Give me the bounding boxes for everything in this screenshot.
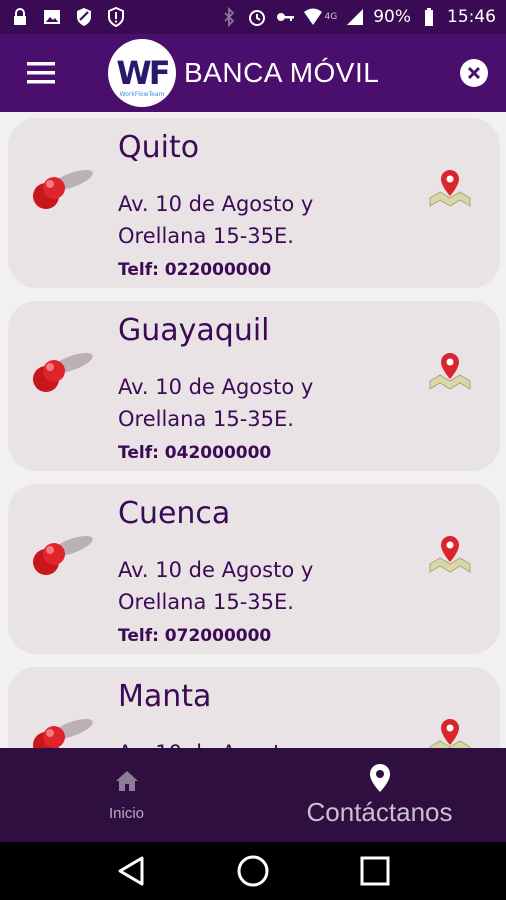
branch-address: Av. 10 de Agosto y Orellana 15-35E. [118, 192, 314, 248]
branch-city: Cuenca [118, 496, 231, 531]
branch-city: Manta [118, 679, 212, 714]
info-shield-icon [106, 7, 126, 27]
logo-subtext: WorkFlowTeam [119, 91, 165, 98]
branch-phone[interactable]: Telf: 072000000 [118, 626, 271, 646]
tab-inicio-label: Inicio [108, 804, 145, 822]
close-icon [467, 66, 481, 80]
branch-city: Guayaquil [118, 313, 270, 348]
close-button[interactable] [460, 59, 488, 87]
shield-icon [74, 7, 94, 27]
pushpin-icon [33, 536, 93, 575]
network-type: 4G [324, 12, 338, 22]
location-pin-icon [369, 763, 390, 792]
branch-address: Av. 10 de Agosto y [118, 737, 408, 748]
home-circle-icon [237, 855, 269, 887]
battery-percent: 90% [373, 7, 411, 27]
image-icon [42, 7, 62, 27]
branch-card: Guayaquil Av. 10 de Agosto y Orellana 15… [8, 301, 500, 471]
map-location-icon[interactable] [428, 534, 472, 578]
branch-phone[interactable]: Telf: 022000000 [118, 260, 271, 280]
branch-card: Manta Av. 10 de Agosto y [8, 667, 500, 748]
map-location-icon[interactable] [428, 717, 472, 748]
recents-square-icon [360, 856, 390, 886]
branch-card: Quito Av. 10 de Agosto y Orellana 15-35E… [8, 118, 500, 288]
pushpin-icon [33, 719, 93, 748]
home-icon [115, 770, 138, 791]
lock-icon [10, 7, 30, 27]
map-location-icon[interactable] [428, 351, 472, 395]
hamburger-icon [27, 62, 55, 84]
branch-city: Quito [118, 130, 200, 165]
bluetooth-icon [219, 7, 239, 27]
home-button[interactable] [233, 851, 273, 891]
battery-icon [419, 7, 439, 27]
alarm-icon [247, 7, 267, 27]
pushpin-icon [33, 353, 93, 392]
wifi-icon [303, 7, 323, 27]
clock: 15:46 [447, 7, 496, 27]
app-title: BANCA MÓVIL [184, 57, 380, 88]
key-icon [275, 7, 295, 27]
signal-icon [345, 7, 365, 27]
logo-mark: WF [116, 54, 170, 92]
branch-address: Av. 10 de Agosto y Orellana 15-35E. [118, 375, 314, 431]
back-triangle-icon [118, 856, 144, 886]
recents-button[interactable] [355, 851, 395, 891]
back-button[interactable] [111, 851, 151, 891]
menu-button[interactable] [12, 43, 72, 103]
pushpin-icon [33, 170, 93, 209]
bottom-nav: Inicio Contáctanos [0, 748, 506, 842]
app-bar: WF WorkFlowTeam BANCA MÓVIL [0, 34, 506, 112]
tab-contactanos-label: Contáctanos [306, 796, 453, 827]
tab-inicio[interactable]: Inicio [0, 748, 253, 842]
screen: 4G 90% 15:46 WF WorkFlowTeam BANCA MÓVIL [0, 0, 506, 900]
branch-list[interactable]: Quito Av. 10 de Agosto y Orellana 15-35E… [0, 112, 506, 748]
branch-address: Av. 10 de Agosto y Orellana 15-35E. [118, 558, 314, 614]
system-nav-bar [0, 842, 506, 900]
app-logo: WF WorkFlowTeam [108, 39, 176, 107]
branch-phone[interactable]: Telf: 042000000 [118, 443, 271, 463]
tab-contactanos[interactable]: Contáctanos [253, 748, 506, 842]
branch-card: Cuenca Av. 10 de Agosto y Orellana 15-35… [8, 484, 500, 654]
status-bar: 4G 90% 15:46 [0, 0, 506, 34]
map-location-icon[interactable] [428, 168, 472, 212]
